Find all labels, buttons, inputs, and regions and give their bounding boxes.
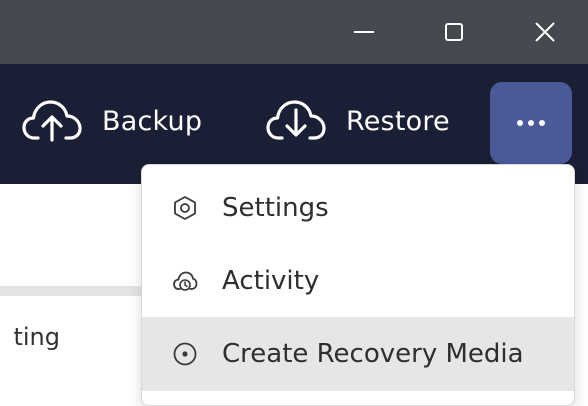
cloud-download-icon [266,100,326,140]
more-dots-icon [517,120,545,126]
list-item-text: ting [13,323,60,351]
maximize-button[interactable] [408,0,500,64]
close-button[interactable] [499,0,588,64]
menu-item-create-recovery-media[interactable]: Create Recovery Media [142,317,574,391]
cloud-upload-icon [22,100,82,142]
menu-item-settings[interactable]: Settings [142,171,574,245]
activity-icon [172,268,198,294]
settings-icon [172,195,198,221]
restore-button[interactable]: Restore [266,90,450,152]
recovery-media-icon [172,341,198,367]
more-options-menu: Settings Activity Create Recovery Media [141,164,575,406]
backup-button[interactable]: Backup [22,90,202,152]
more-options-button[interactable] [490,82,572,164]
maximize-icon [445,23,463,41]
close-icon [535,22,555,42]
title-bar [0,0,588,64]
menu-item-label: Create Recovery Media [222,339,524,369]
list-item[interactable]: ting [0,298,160,376]
menu-item-label: Settings [222,193,329,223]
divider [0,286,160,296]
minimize-button[interactable] [318,0,410,64]
restore-label: Restore [346,105,450,137]
menu-item-activity[interactable]: Activity [142,244,574,318]
minimize-icon [354,31,374,33]
menu-item-label: Activity [222,266,320,296]
backup-label: Backup [102,105,203,137]
